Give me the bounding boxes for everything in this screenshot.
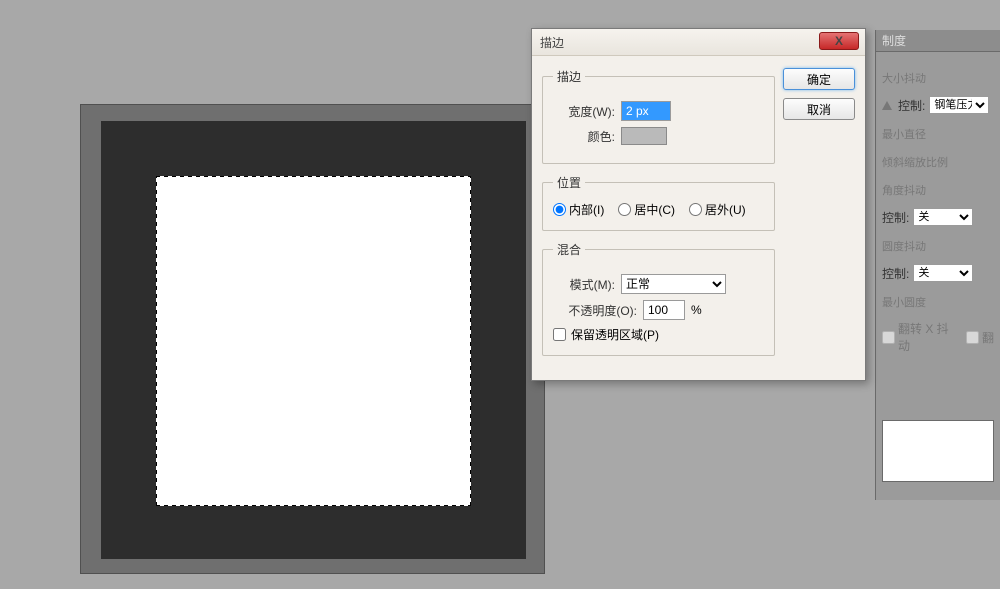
canvas-background (101, 121, 526, 559)
min-roundness-label: 最小圆度 (882, 294, 994, 310)
ok-button[interactable]: 确定 (783, 68, 855, 90)
width-input[interactable] (621, 101, 671, 121)
close-icon: X (835, 34, 843, 48)
control-row-1: 控制: 钢笔压力 (882, 96, 994, 114)
control-select-off-2[interactable]: 关 (913, 264, 973, 282)
dialog-title: 描边 (540, 34, 564, 51)
mode-label: 模式(M): (553, 276, 615, 293)
close-button[interactable]: X (819, 32, 859, 50)
min-diameter-label: 最小直径 (882, 126, 994, 142)
size-jitter-label: 大小抖动 (882, 70, 994, 86)
opacity-input[interactable] (643, 300, 685, 320)
brush-preview (882, 420, 994, 482)
dialog-titlebar[interactable]: 描边 X (532, 29, 865, 56)
color-label: 颜色: (553, 128, 615, 145)
panel-tab[interactable]: 制度 (876, 30, 1000, 52)
brush-dynamics-panel: 制度 大小抖动 控制: 钢笔压力 最小直径 倾斜缩放比例 角度抖动 控制: 关 … (875, 30, 1000, 500)
blend-group: 混合 模式(M): 正常 不透明度(O): % 保留透明区域(P) (542, 241, 775, 356)
flip-y-checkbox[interactable]: 翻 (966, 320, 994, 354)
color-swatch[interactable] (621, 127, 667, 145)
position-inside-radio[interactable]: 内部(I) (553, 201, 604, 218)
roundness-jitter-label: 圆度抖动 (882, 238, 994, 254)
opacity-label: 不透明度(O): (553, 302, 637, 319)
cancel-button[interactable]: 取消 (783, 98, 855, 120)
canvas-content (156, 176, 471, 506)
width-label: 宽度(W): (553, 103, 615, 120)
position-center-radio[interactable]: 居中(C) (618, 201, 675, 218)
control-select-off-1[interactable]: 关 (913, 208, 973, 226)
control-row-2: 控制: 关 (882, 208, 994, 226)
preserve-transparency-checkbox[interactable] (553, 328, 566, 341)
mode-select[interactable]: 正常 (621, 274, 726, 294)
stroke-legend: 描边 (553, 68, 585, 85)
preserve-transparency-label: 保留透明区域(P) (571, 326, 659, 343)
blend-legend: 混合 (553, 241, 585, 258)
control-label-2: 控制: (882, 209, 909, 226)
flip-x-checkbox[interactable]: 翻转 X 抖动 (882, 320, 954, 354)
control-label: 控制: (898, 97, 925, 114)
position-legend: 位置 (553, 174, 585, 191)
warning-icon (882, 101, 892, 110)
control-row-3: 控制: 关 (882, 264, 994, 282)
opacity-unit: % (691, 303, 702, 317)
control-select-pen[interactable]: 钢笔压力 (929, 96, 989, 114)
position-outside-radio[interactable]: 居外(U) (689, 201, 746, 218)
stroke-dialog: 描边 X 描边 宽度(W): 颜色: 位置 内部(I) 居中(C (531, 28, 866, 381)
canvas-area[interactable] (80, 104, 545, 574)
control-label-3: 控制: (882, 265, 909, 282)
scale-ratio-label: 倾斜缩放比例 (882, 154, 994, 170)
angle-jitter-label: 角度抖动 (882, 182, 994, 198)
stroke-group: 描边 宽度(W): 颜色: (542, 68, 775, 164)
position-group: 位置 内部(I) 居中(C) 居外(U) (542, 174, 775, 231)
